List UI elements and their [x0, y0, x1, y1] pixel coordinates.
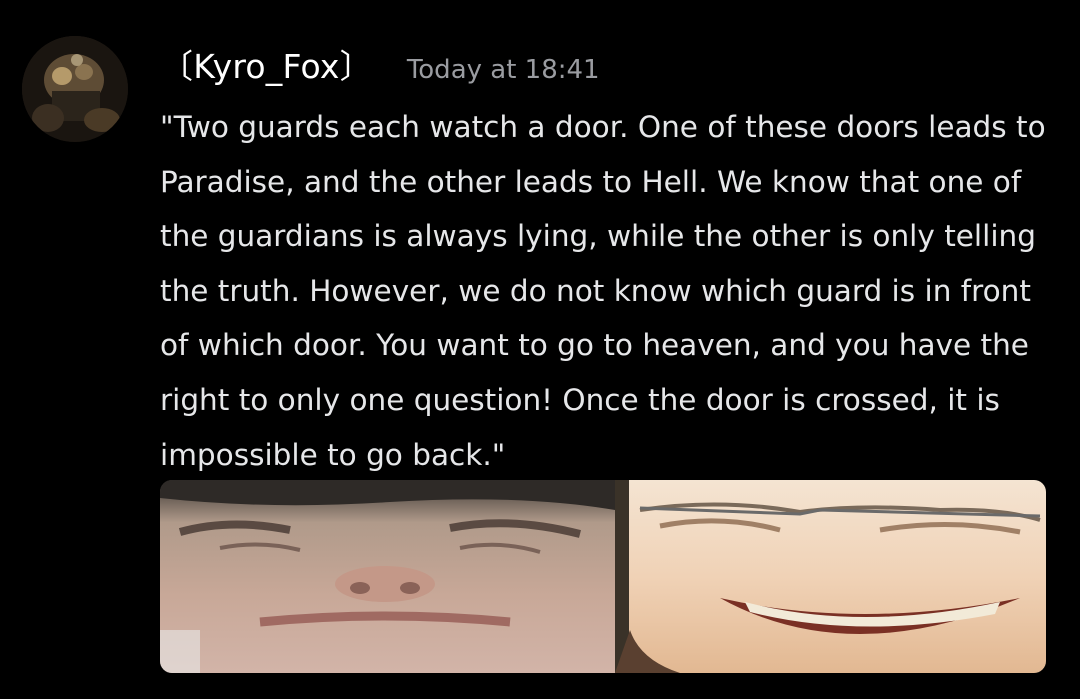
username[interactable]: 〔Kyro_Fox〕: [160, 40, 373, 88]
message-header: 〔Kyro_Fox〕 Today at 18:41: [160, 40, 600, 96]
chat-message: 〔Kyro_Fox〕 Today at 18:41 "Two guards ea…: [0, 0, 1080, 699]
message-text: "Two guards each watch a door. One of th…: [160, 110, 1046, 472]
user-avatar[interactable]: [22, 36, 128, 142]
image-attachment[interactable]: [160, 480, 1046, 673]
message-timestamp: Today at 18:41: [406, 55, 600, 85]
